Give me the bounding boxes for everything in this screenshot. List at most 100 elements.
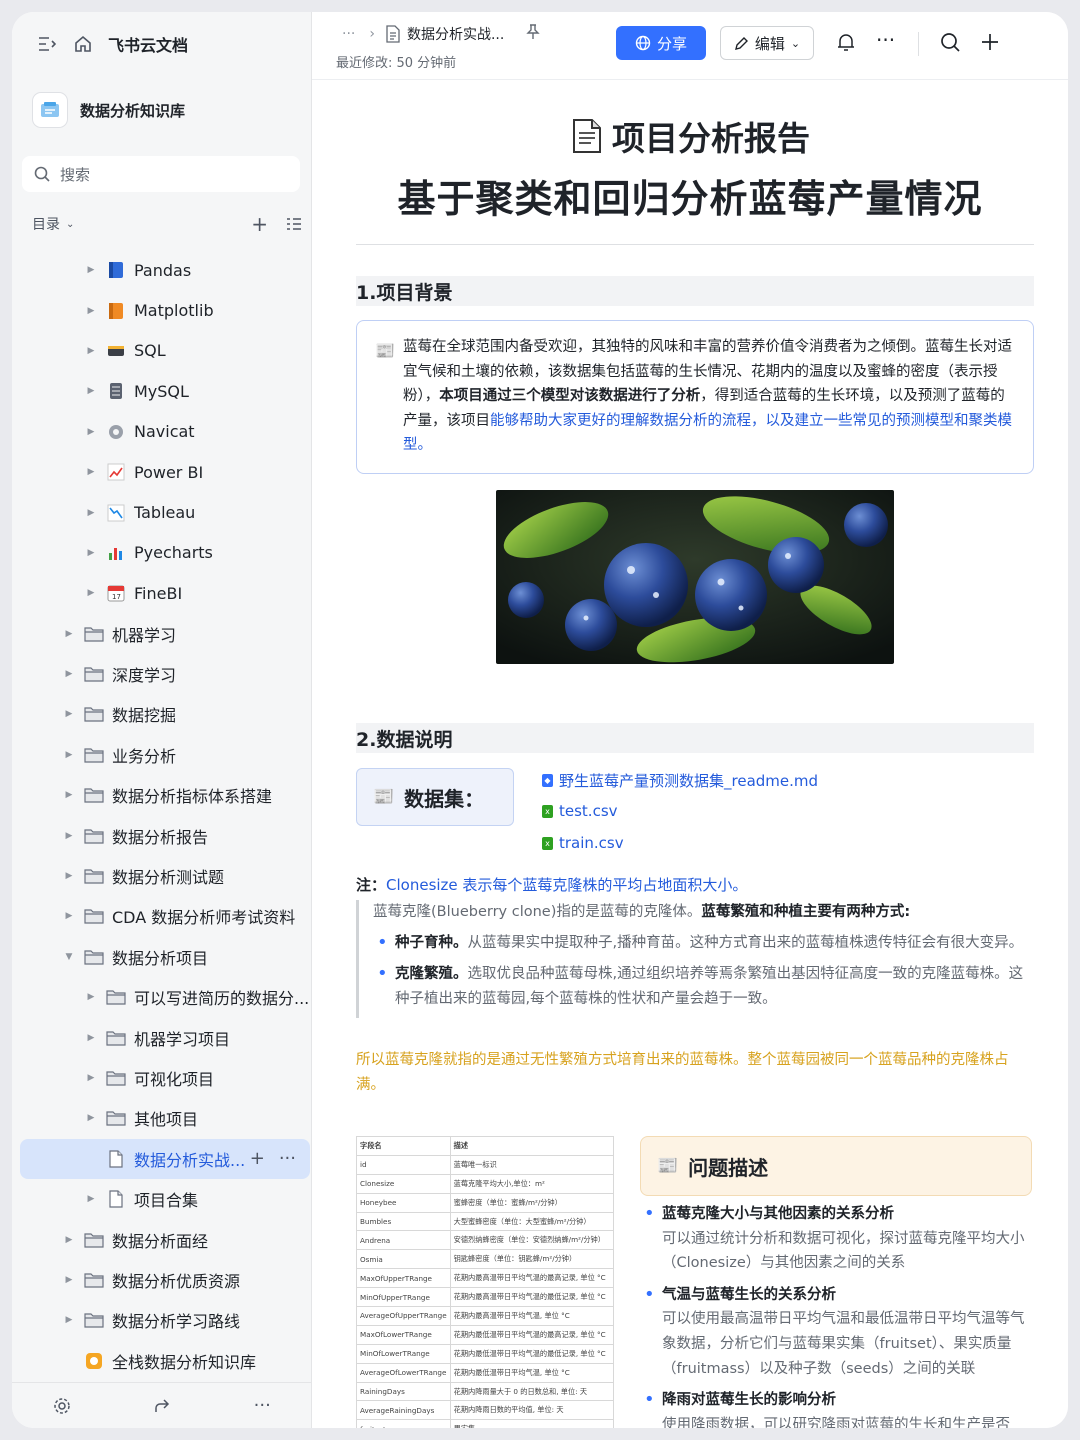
field-table-image[interactable]: 字段名 描述 id 蓝莓唯一标识 Clonesize 蓝莓克隆平均大小,单位：m² Hone… xyxy=(356,1136,615,1428)
sidebar-tree-item[interactable]: ▶ 项目合集 xyxy=(12,1179,312,1219)
sidebar-tree-item[interactable]: ▶ Navicat xyxy=(12,412,312,452)
caret-right-icon[interactable]: ▶ xyxy=(86,588,96,598)
sidebar-tree-item[interactable]: ▶ 数据分析面经 xyxy=(12,1219,312,1259)
sidebar-tree-item[interactable]: ▶ 可以写进简历的数据分... xyxy=(12,977,312,1017)
sidebar-tree-item[interactable]: ▶ Tableau xyxy=(12,492,312,532)
share-button[interactable]: 分享 xyxy=(616,26,706,60)
add-icon[interactable]: + xyxy=(250,1148,265,1169)
text-segment: 蓝莓克隆(Blueberry clone)指的是蓝莓的克隆体。 xyxy=(373,904,702,920)
sidebar-tree-item[interactable]: ▶ 数据分析指标体系搭建 xyxy=(12,775,312,815)
caret-right-icon[interactable]: ▶ xyxy=(64,1315,74,1325)
gear-icon xyxy=(106,422,126,442)
sidebar-tree-item[interactable]: ▶ 数据分析测试题 xyxy=(12,856,312,896)
chevron-down-icon[interactable]: ⌄ xyxy=(66,219,74,230)
caret-right-icon[interactable]: ▶ xyxy=(86,265,96,275)
sidebar-tree-item[interactable]: ▶ Power BI xyxy=(12,452,312,492)
more-icon[interactable]: ··· xyxy=(279,1148,296,1169)
caret-right-icon[interactable]: ▶ xyxy=(64,911,74,921)
file-attachment[interactable]: x train.csv xyxy=(542,834,624,852)
sidebar-tree-item[interactable]: ▶ 机器学习 xyxy=(12,614,312,654)
knowledge-base-header[interactable]: 数据分析知识库 xyxy=(32,92,185,128)
add-icon[interactable]: + xyxy=(251,212,268,236)
more-options-icon[interactable]: ··· xyxy=(876,28,895,52)
sidebar-tree-item[interactable]: ▶ 业务分析 xyxy=(12,735,312,775)
caret-right-icon[interactable]: ▶ xyxy=(86,427,96,437)
more-icon[interactable]: ··· xyxy=(254,1395,271,1416)
toc-tree: ▶ Pandas ▶ Matplotlib ▶ SQL ▶ MySQL ▶ Navicat ▶ Pow… xyxy=(12,250,312,1381)
caret-right-icon[interactable]: ▶ xyxy=(86,1033,96,1043)
add-icon[interactable] xyxy=(980,32,1000,56)
sidebar-tree-item[interactable]: ▶ Matplotlib xyxy=(12,290,312,330)
sidebar-tree-item[interactable]: ▶ Pyecharts xyxy=(12,533,312,573)
file-attachment[interactable]: x test.csv xyxy=(542,802,618,820)
sidebar-tree-item[interactable]: ▶ 其他项目 xyxy=(12,1098,312,1138)
sidebar-tree-label: 数据分析报告 xyxy=(112,827,209,847)
table-row: MaxOfUpperTRange 花期内最高温带日平均气温的最高记录, 单位 °C xyxy=(356,1268,615,1289)
caret-right-icon[interactable]: ▶ xyxy=(64,831,74,841)
caret-right-icon[interactable]: ▶ xyxy=(86,467,96,477)
sidebar-tree-item[interactable]: ▶ 数据挖掘 xyxy=(12,694,312,734)
caret-right-icon[interactable]: ▶ xyxy=(64,750,74,760)
caret-right-icon[interactable]: ▶ xyxy=(64,1235,74,1245)
home-icon[interactable] xyxy=(72,33,94,55)
sidebar-tree-item[interactable]: ▶ CDA 数据分析师考试资料 xyxy=(12,896,312,936)
table-cell: 安德烈纳蜂密度（单位：安德烈纳蜂/m²/分钟） xyxy=(449,1230,615,1251)
outline-list-icon[interactable] xyxy=(286,217,302,231)
sidebar-tree-item[interactable]: ▶ 数据分析优质资源 xyxy=(12,1260,312,1300)
search-icon[interactable] xyxy=(940,32,960,56)
caret-right-icon[interactable]: ▶ xyxy=(64,709,74,719)
caret-right-icon[interactable]: ▶ xyxy=(86,386,96,396)
caret-right-icon[interactable]: ▶ xyxy=(86,1113,96,1123)
table-cell: RainingDays xyxy=(356,1381,451,1402)
share-out-icon[interactable] xyxy=(153,1397,171,1415)
pin-icon[interactable] xyxy=(526,24,541,44)
note-text: Clonesize 表示每个蓝莓克隆株的平均占地面积大小。 xyxy=(386,876,748,894)
file-attachment[interactable]: ◆ 野生蓝莓产量预测数据集_readme.md xyxy=(542,770,818,791)
caret-right-icon[interactable]: ▶ xyxy=(86,346,96,356)
sidebar-tree-label: Pyecharts xyxy=(134,543,213,563)
sidebar-tree-item[interactable]: ▶ 深度学习 xyxy=(12,654,312,694)
brand-title[interactable]: 飞书云文档 xyxy=(108,32,188,56)
caret-right-icon[interactable]: ▶ xyxy=(64,1275,74,1285)
bell-icon[interactable] xyxy=(836,32,856,56)
sidebar-tree-item[interactable]: ▶ MySQL xyxy=(12,371,312,411)
table-cell: 字段名 xyxy=(356,1136,451,1156)
table-cell: AverageOfLowerTRange xyxy=(356,1362,451,1383)
sidebar-tree-item[interactable]: 数据分析实战... + ··· xyxy=(20,1138,310,1179)
breadcrumb-doc-title[interactable]: 数据分析实战... xyxy=(407,24,504,44)
breadcrumb-more[interactable]: ··· xyxy=(342,26,355,42)
caret-right-icon[interactable]: ▶ xyxy=(86,508,96,518)
sidebar-tree-item[interactable]: ▼ 数据分析项目 xyxy=(12,937,312,977)
dataset-label: 数据集： xyxy=(404,786,485,811)
sidebar-tree-item[interactable]: ▶ SQL xyxy=(12,331,312,371)
caret-right-icon[interactable]: ▶ xyxy=(64,871,74,881)
folder-icon xyxy=(84,826,104,846)
sidebar-tree-item[interactable]: ▶ 数据分析学习路线 xyxy=(12,1300,312,1340)
caret-right-icon[interactable]: ▶ xyxy=(86,548,96,558)
collapse-sidebar-icon[interactable] xyxy=(36,33,58,55)
sidebar-tree-item[interactable]: ▶ 可视化项目 xyxy=(12,1058,312,1098)
sidebar-tree-item[interactable]: ▶ 数据分析报告 xyxy=(12,815,312,855)
caret-right-icon[interactable]: ▶ xyxy=(64,669,74,679)
caret-right-icon[interactable]: ▶ xyxy=(86,306,96,316)
sidebar-tree-item[interactable]: ▶ 17 FineBI xyxy=(12,573,312,613)
table-row: id 蓝莓唯一标识 xyxy=(356,1154,615,1175)
folder-icon xyxy=(84,624,104,644)
caret-right-icon[interactable]: ▶ xyxy=(86,992,96,1002)
caret-right-icon[interactable]: ▶ xyxy=(86,1194,96,1204)
sidebar-tree-item[interactable]: 全栈数据分析知识库 xyxy=(12,1341,312,1381)
table-cell: 花期内最低温带日平均气温的最低记录, 单位 °C xyxy=(449,1343,615,1364)
caret-right-icon[interactable]: ▶ xyxy=(86,1073,96,1083)
sidebar-tree-item[interactable]: ▶ 机器学习项目 xyxy=(12,1017,312,1057)
blueberry-image[interactable] xyxy=(496,490,894,664)
caret-right-icon[interactable]: ▶ xyxy=(64,629,74,639)
sidebar-search[interactable]: 搜索 xyxy=(22,156,300,192)
sidebar-tree-item[interactable]: ▶ Pandas xyxy=(12,250,312,290)
table-row: MinOfLowerTRange 花期内最低温带日平均气温的最低记录, 单位 °C xyxy=(356,1343,615,1364)
toc-label[interactable]: 目录 xyxy=(32,214,60,234)
table-cell: 花期内最高温带日平均气温的最低记录, 单位 °C xyxy=(449,1287,615,1308)
caret-down-icon[interactable]: ▼ xyxy=(64,952,74,962)
caret-right-icon[interactable]: ▶ xyxy=(64,790,74,800)
settings-icon[interactable] xyxy=(53,1397,71,1415)
edit-mode-button[interactable]: 编辑 ⌄ xyxy=(720,26,814,60)
